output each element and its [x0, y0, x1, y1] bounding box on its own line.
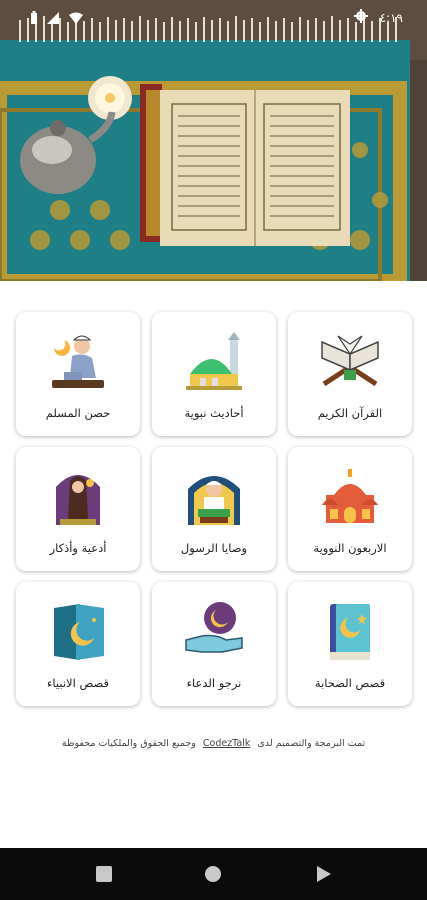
card-label: القرآن الكريم: [317, 406, 383, 420]
header-image: [0, 0, 427, 281]
praying-woman-icon: [46, 465, 110, 529]
card-label: الاربعون النووية: [313, 541, 387, 555]
settings-gear-icon: [353, 9, 368, 26]
praying-man-icon: [46, 330, 110, 394]
card-label: نرجو الدعاء: [186, 676, 242, 690]
card-label: أحاديث نبوية: [184, 406, 244, 420]
card-label: قصص الانبياء: [46, 676, 110, 690]
crescent-book-icon: [318, 600, 382, 664]
signal-icon: [46, 10, 60, 29]
status-time: ٤:١٩: [379, 10, 403, 25]
card-sahaba-stories[interactable]: قصص الصحابة: [288, 582, 412, 706]
hand-crescent-icon: [182, 600, 246, 664]
quran-book-icon: [318, 330, 382, 394]
home-button[interactable]: [205, 866, 221, 882]
domes-mosque-icon: [318, 465, 382, 529]
wifi-icon: [68, 10, 84, 29]
recent-apps-button[interactable]: [96, 866, 112, 882]
card-label: أدعية وأذكار: [49, 541, 107, 555]
reading-imam-icon: [182, 465, 246, 529]
codeztalk-link[interactable]: CodezTalk: [203, 738, 251, 749]
mosque-icon: [182, 330, 246, 394]
battery-icon: [30, 10, 38, 29]
back-button[interactable]: [316, 866, 332, 886]
card-duas-adhkar[interactable]: أدعية وأذكار: [16, 447, 140, 571]
card-quran[interactable]: القرآن الكريم: [288, 312, 412, 436]
footer-suffix: وجميع الحقوق والملكيات محفوظة: [61, 738, 196, 749]
prayer-rug-quran-photo: [0, 0, 427, 281]
card-label: قصص الصحابة: [314, 676, 386, 690]
card-please-pray[interactable]: نرجو الدعاء: [152, 582, 276, 706]
crescent-card-icon: [46, 600, 110, 664]
card-hisn-muslim[interactable]: حصن المسلم: [16, 312, 140, 436]
card-prophet-advice[interactable]: وصايا الرسول: [152, 447, 276, 571]
card-hadith[interactable]: أحاديث نبوية: [152, 312, 276, 436]
card-arbaeen-nawawi[interactable]: الاربعون النووية: [288, 447, 412, 571]
card-label: حصن المسلم: [45, 406, 111, 420]
card-label: وصايا الرسول: [180, 541, 248, 555]
footer-prefix: تمت البرمجة والتصميم لدى: [257, 738, 366, 749]
back-triangle-icon: [317, 866, 331, 882]
footer-credits: تمت البرمجة والتصميم لدى CodezTalk وجميع…: [0, 738, 427, 749]
card-prophets-stories[interactable]: قصص الانبياء: [16, 582, 140, 706]
status-bar: ٤:١٩: [0, 0, 427, 36]
